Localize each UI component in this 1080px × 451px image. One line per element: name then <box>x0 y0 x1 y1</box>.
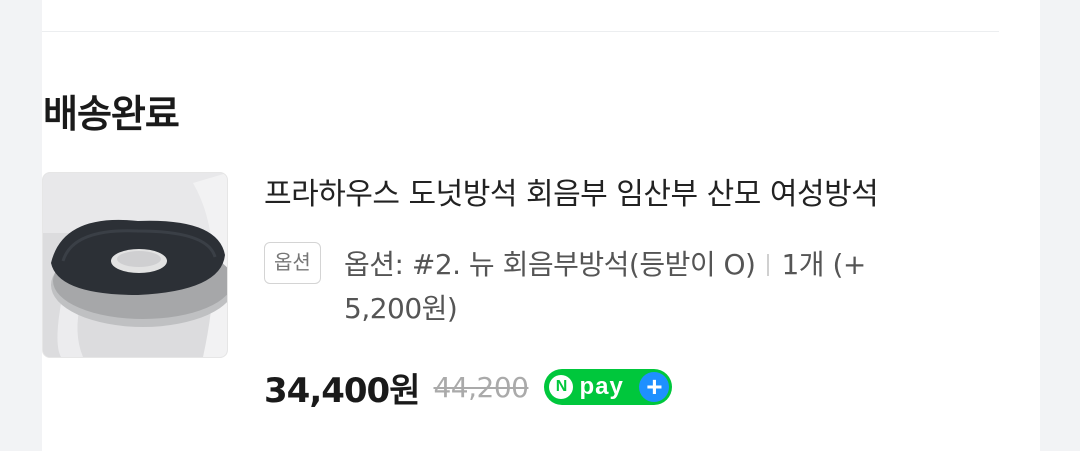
section-divider <box>42 31 999 32</box>
original-price: 44,200 <box>433 370 529 404</box>
option-quantity: 1개 (+ <box>781 248 866 281</box>
sale-price: 34,400원 <box>264 370 420 411</box>
seat-cushion-image <box>43 173 227 357</box>
option-badge: 옵션 <box>264 242 321 284</box>
product-thumbnail[interactable] <box>42 172 228 358</box>
npay-n-letter: N <box>549 375 574 399</box>
option-value: 옵션: #2. 뉴 회음부방석(등받이 O) <box>344 248 756 281</box>
npay-plus-icon: N pay + <box>544 369 673 405</box>
price-row: 34,400원 44,200 N pay + <box>264 362 673 412</box>
option-extra-price: 5,200원) <box>344 292 458 325</box>
option-separator <box>767 254 770 276</box>
option-description: 옵션: #2. 뉴 회음부방석(등받이 O) 1개 (+ 5,200원) <box>344 243 964 331</box>
npay-pay-word: pay <box>579 373 624 400</box>
delivery-status-title: 배송완료 <box>43 92 180 136</box>
plus-icon: + <box>639 372 670 402</box>
product-title[interactable]: 프라하우스 도넛방석 회음부 임산부 산모 여성방석 <box>264 173 954 217</box>
